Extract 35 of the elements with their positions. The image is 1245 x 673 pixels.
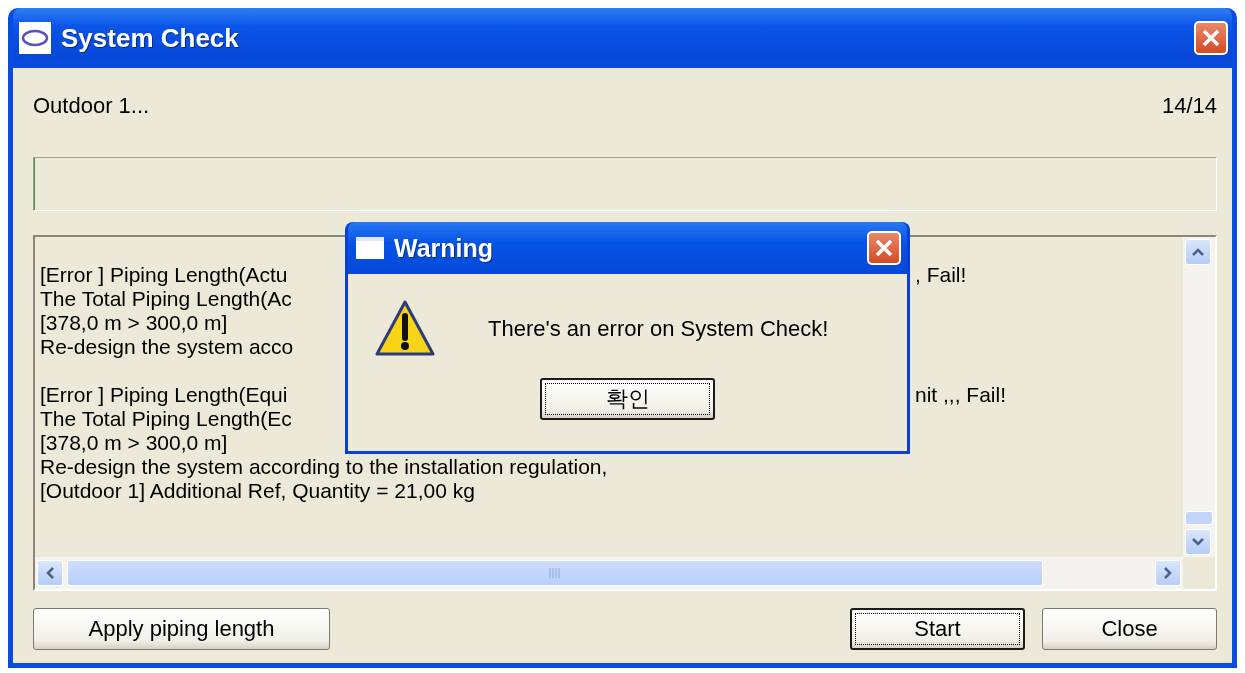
vertical-scrollbar[interactable] (1183, 237, 1215, 557)
window-title: System Check (61, 22, 240, 54)
log-line: [Error ] Piping Length(Equi (40, 383, 288, 407)
log-line: , Fail! (915, 263, 967, 287)
dialog-button[interactable]: Apply piping length (33, 608, 330, 650)
dialog-title: Warning (394, 233, 495, 263)
close-icon (1201, 28, 1221, 48)
log-line: Re-design the system acco (40, 335, 294, 359)
log-line: [Outdoor 1] Additional Ref, Quantity = 21,00 kg (40, 479, 475, 503)
log-line: The Total Piping Length(Ac (40, 287, 292, 311)
close-icon (874, 238, 894, 258)
scroll-left-button[interactable] (37, 560, 63, 586)
log-line: The Total Piping Length(Ec (40, 407, 292, 431)
scroll-thumb[interactable] (67, 560, 1043, 586)
dialog-button[interactable]: Start (850, 608, 1025, 650)
close-button[interactable] (867, 231, 901, 265)
scroll-down-button[interactable] (1185, 529, 1211, 555)
log-line: [378,0 m > 300,0 m] (40, 431, 228, 455)
scroll-thumb[interactable] (1185, 511, 1213, 525)
app-icon (19, 22, 51, 54)
scroll-up-button[interactable] (1185, 239, 1211, 265)
progress-count: 14/14 (1161, 93, 1217, 119)
log-line: nit ,,, Fail! (915, 383, 1007, 407)
dialog-message: There's an error on System Check! (488, 316, 829, 342)
scroll-right-button[interactable] (1155, 560, 1181, 586)
ok-button[interactable]: 확인 (540, 378, 715, 420)
horizontal-scrollbar[interactable] (35, 557, 1183, 589)
log-line: Re-design the system according to the installation regulation, (40, 455, 608, 479)
dialog-button[interactable]: Close (1042, 608, 1217, 650)
log-line: [Error ] Piping Length(Actu (40, 263, 288, 287)
window-icon (356, 237, 384, 259)
status-label: Outdoor 1... (33, 93, 150, 119)
close-button[interactable] (1194, 21, 1228, 55)
grip-icon (549, 568, 561, 578)
log-line: [378,0 m > 300,0 m] (40, 311, 228, 335)
